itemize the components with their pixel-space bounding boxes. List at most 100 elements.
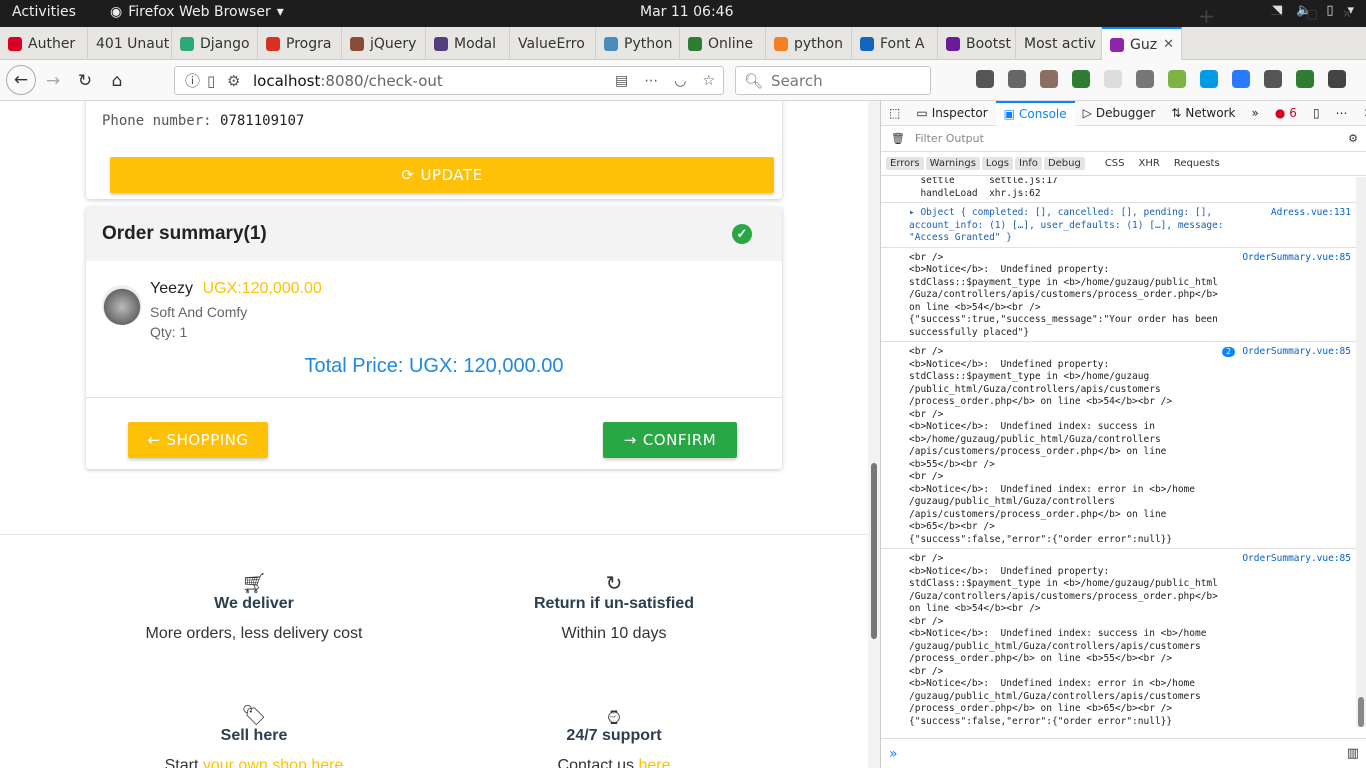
browser-tab[interactable]: Online <box>680 27 766 60</box>
filter-css[interactable]: CSS <box>1099 157 1131 170</box>
permissions-icon[interactable]: ⚙ <box>227 72 240 90</box>
extension-icon[interactable] <box>1136 70 1154 88</box>
scrollbar-thumb[interactable] <box>1358 697 1364 727</box>
confirm-label: CONFIRM <box>642 431 717 449</box>
browser-tab[interactable]: ValueErro <box>510 27 596 60</box>
filter-info[interactable]: Info <box>1015 157 1042 170</box>
message-source-link[interactable]: OrderSummary.vue:85 <box>1242 346 1351 359</box>
app-menu-label: Firefox Web Browser <box>128 4 271 20</box>
tab-label: Online <box>708 35 754 52</box>
console-output: settle settle.js:17 handleLoad xhr.js:62… <box>881 177 1357 727</box>
reader-view-icon[interactable]: ▤ <box>615 73 628 89</box>
clock[interactable]: Mar 11 06:46 <box>640 4 733 20</box>
shopping-button[interactable]: ← SHOPPING <box>128 422 268 458</box>
filter-requests[interactable]: Requests <box>1168 157 1226 170</box>
page-actions-icon[interactable]: ⋯ <box>644 73 658 89</box>
browser-tab[interactable]: Auther <box>0 27 88 60</box>
reload-button[interactable]: ↻ <box>72 68 98 94</box>
bookmark-star-icon[interactable]: ☆ <box>702 73 715 89</box>
zoom-icon[interactable] <box>1232 70 1250 88</box>
tab-network[interactable]: ⇅ Network <box>1163 101 1243 126</box>
console-message[interactable]: <br /> <b>Notice</b>: Undefined property… <box>881 549 1357 727</box>
vue-devtools-icon[interactable] <box>1072 70 1090 88</box>
error-count-badge[interactable]: ● 6 <box>1267 101 1305 126</box>
browser-tab[interactable]: Python <box>596 27 680 60</box>
confirm-button[interactable]: → CONFIRM <box>603 422 737 458</box>
info-icon[interactable]: ⓘ <box>185 70 200 91</box>
menu-icon[interactable] <box>1328 70 1346 88</box>
console-message[interactable]: <br /> <b>Notice</b>: Undefined property… <box>881 248 1357 342</box>
browser-tab[interactable]: Guz ✕ <box>1102 27 1182 60</box>
prompt-chevron-icon: » <box>889 745 898 762</box>
tab-console[interactable]: ▣ Console <box>995 100 1075 126</box>
browser-tab[interactable]: Most activ <box>1016 27 1102 60</box>
filter-xhr[interactable]: XHR <box>1133 157 1166 170</box>
filter-errors[interactable]: Errors <box>886 157 924 170</box>
filter-logs[interactable]: Logs <box>981 157 1013 170</box>
split-console-icon[interactable]: ▥ <box>1347 746 1359 761</box>
back-button[interactable]: ← <box>6 65 36 95</box>
library-icon[interactable] <box>976 70 994 88</box>
download-icon[interactable] <box>1168 70 1186 88</box>
forward-button[interactable]: → <box>40 68 66 94</box>
browser-tab[interactable]: Progra <box>258 27 342 60</box>
app-menu[interactable]: ◉ Firefox Web Browser ▾ <box>110 4 284 20</box>
close-window-button[interactable]: ✕ <box>1342 7 1352 21</box>
element-picker-icon[interactable]: ⬚ <box>881 101 908 126</box>
extension-icon[interactable] <box>1200 70 1218 88</box>
trash-icon[interactable]: 🗑︎ <box>891 132 905 145</box>
browser-tab[interactable]: Font A <box>852 27 938 60</box>
feature-subtitle: Within 10 days <box>561 625 667 642</box>
message-source-link[interactable]: Adress.vue:131 <box>1271 207 1351 220</box>
browser-tab[interactable]: 401 Unaut <box>88 27 172 60</box>
url-host: localhost <box>253 71 321 90</box>
console-message[interactable]: <br /> <b>Notice</b>: Undefined property… <box>881 342 1357 549</box>
message-source-link[interactable]: OrderSummary.vue:85 <box>1242 252 1351 265</box>
browser-tab[interactable]: Django <box>172 27 258 60</box>
home-button[interactable]: ⌂ <box>104 68 130 94</box>
maximize-button[interactable]: ▢ <box>1307 7 1318 21</box>
console-scrollbar[interactable] <box>1356 177 1366 727</box>
scrollbar-thumb[interactable] <box>871 463 877 639</box>
message-source-link[interactable]: OrderSummary.vue:85 <box>1242 553 1351 566</box>
sidebar-icon[interactable] <box>1008 70 1026 88</box>
sell-link[interactable]: your own shop here <box>203 757 344 768</box>
filter-debug[interactable]: Debug <box>1043 157 1085 170</box>
minimize-button[interactable]: — <box>1271 7 1283 21</box>
tab-label: 401 Unaut <box>96 35 170 52</box>
browser-tab[interactable]: Bootst <box>938 27 1016 60</box>
tab-label: Font A <box>880 35 925 52</box>
console-message[interactable]: ▸ Object { completed: [], cancelled: [],… <box>881 203 1357 248</box>
more-tabs-icon[interactable]: » <box>1243 101 1266 126</box>
update-button[interactable]: ⟳ UPDATE <box>110 157 774 193</box>
support-link[interactable]: here <box>638 757 670 768</box>
browser-tab[interactable]: python <box>766 27 852 60</box>
page-scrollbar[interactable] <box>868 101 880 768</box>
tab-label: Modal <box>454 35 496 52</box>
settings-gear-icon[interactable]: ⚙ <box>1348 132 1358 145</box>
devtools-menu-icon[interactable]: ⋯ <box>1328 101 1356 126</box>
extension-icon[interactable] <box>1296 70 1314 88</box>
url-bar[interactable]: ⓘ ▯ ⚙ localhost:8080/check-out ▤ ⋯ ◡ ☆ <box>174 66 724 95</box>
tab-debugger[interactable]: ▷ Debugger <box>1075 101 1164 126</box>
tab-inspector[interactable]: ▭ Inspector <box>908 101 995 126</box>
close-devtools-icon[interactable]: ✕ <box>1356 101 1366 126</box>
pocket-icon[interactable]: ◡ <box>674 73 686 89</box>
filter-warnings[interactable]: Warnings <box>925 157 980 170</box>
browser-tab[interactable]: jQuery <box>342 27 426 60</box>
extension-icon[interactable] <box>1104 70 1122 88</box>
extension-icon[interactable] <box>1264 70 1282 88</box>
extension-icon[interactable] <box>1040 70 1058 88</box>
dock-icon[interactable]: ▯ <box>1305 101 1328 126</box>
console-input[interactable]: » ▥ <box>881 738 1366 768</box>
footer-divider <box>0 534 868 535</box>
search-box[interactable]: 🔍︎ Search <box>735 66 931 95</box>
new-tab-button[interactable]: + <box>1198 4 1215 28</box>
check-circle-icon: ✓ <box>732 224 752 244</box>
activities-button[interactable]: Activities <box>12 4 76 20</box>
close-tab-icon[interactable]: ✕ <box>1163 37 1174 52</box>
console-message[interactable]: settle settle.js:17 handleLoad xhr.js:62 <box>881 177 1357 203</box>
browser-tab[interactable]: Modal <box>426 27 510 60</box>
network-icon: ⇅ <box>1171 106 1182 120</box>
filter-input[interactable]: Filter Output <box>915 132 984 145</box>
